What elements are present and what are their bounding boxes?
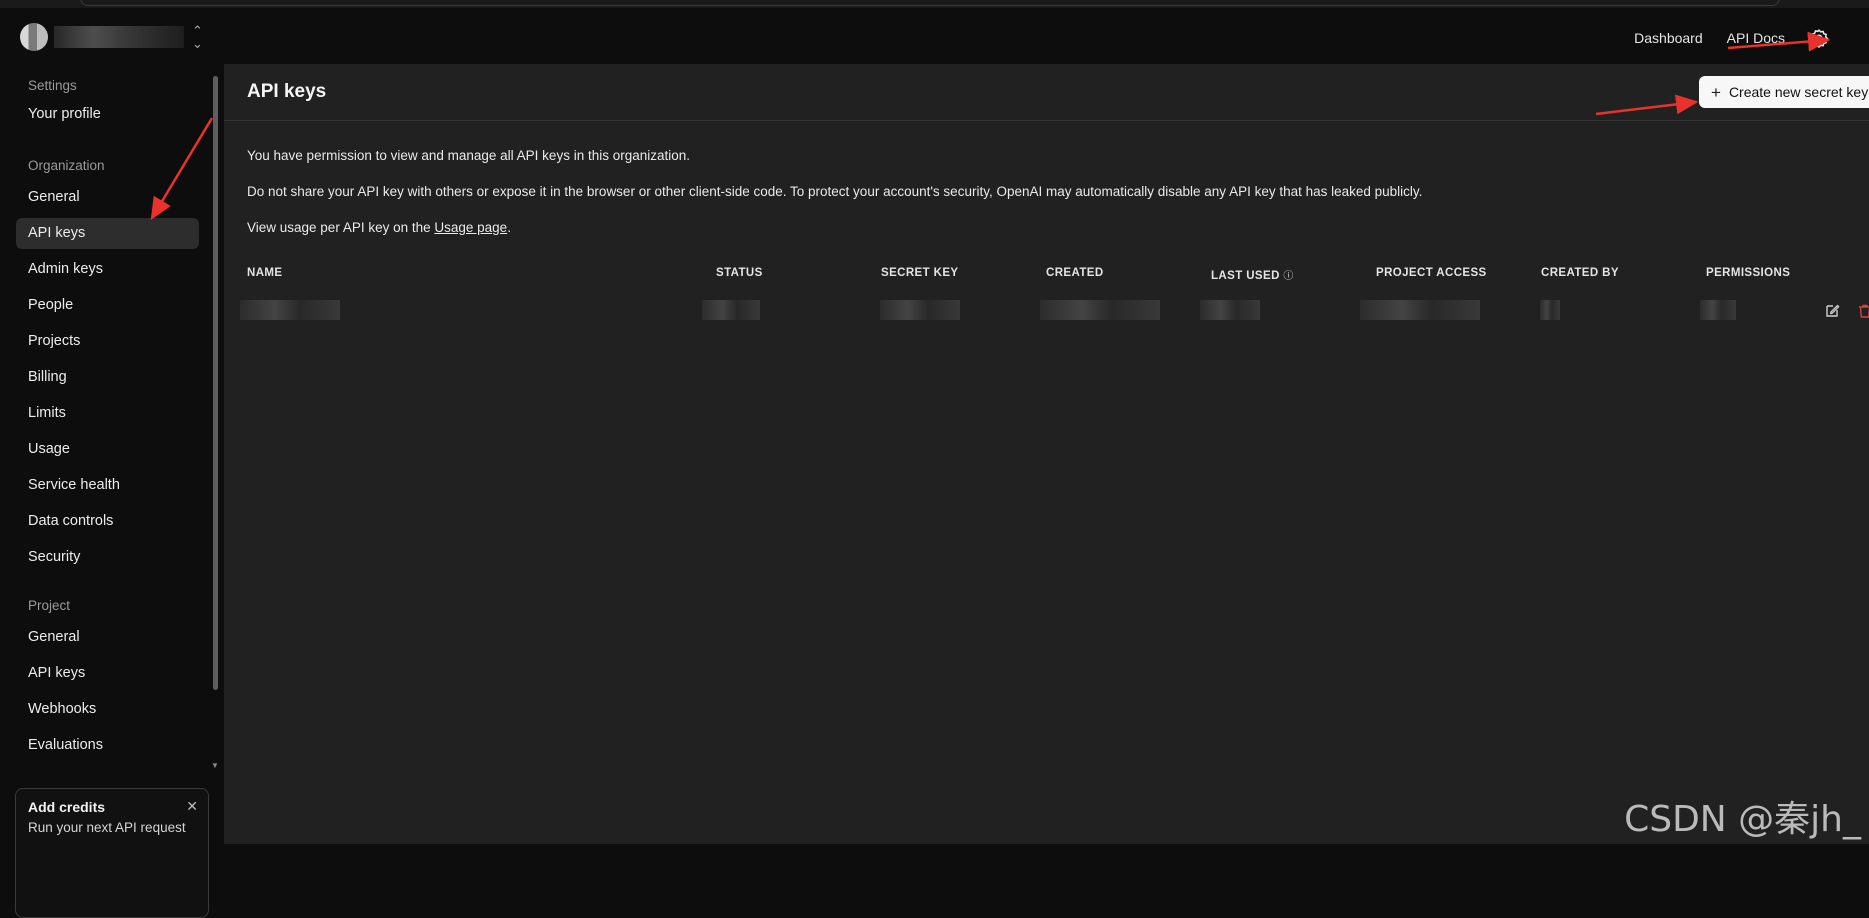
sidebar-item-evaluations[interactable]: Evaluations [16, 730, 199, 761]
sidebar-item-security[interactable]: Security [16, 542, 199, 573]
section-label-organization: Organization [28, 158, 105, 173]
create-button-label: Create new secret key [1728, 84, 1869, 100]
sidebar-item-webhooks[interactable]: Webhooks [16, 694, 199, 725]
col-header-created-by: CREATED BY [1541, 267, 1619, 279]
sidebar-item-data-controls[interactable]: Data controls [16, 506, 199, 537]
col-header-secret-key: SECRET KEY [881, 267, 959, 279]
cell-name-redacted [240, 300, 340, 320]
sidebar: Settings Your profile Organization Gener… [0, 64, 222, 918]
sidebar-item-org-api-keys[interactable]: API keys [16, 218, 199, 249]
col-header-created: CREATED [1046, 267, 1104, 279]
chevron-updown-icon: ⌃ ⌄ [192, 23, 203, 51]
info-icon[interactable]: ⓘ [1283, 271, 1293, 282]
top-links: Dashboard API Docs [1634, 28, 1829, 48]
sidebar-item-projects[interactable]: Projects [16, 326, 199, 357]
section-label-settings: Settings [28, 78, 77, 93]
info-usage: View usage per API key on the Usage page… [247, 220, 511, 235]
credits-body: Run your next API request [28, 820, 186, 835]
plus-icon: + [1711, 82, 1721, 102]
browser-url-bar[interactable] [80, 0, 1780, 6]
main-panel: API keys + Create new secret key You hav… [224, 64, 1869, 844]
sidebar-item-project-api-keys[interactable]: API keys [16, 658, 199, 689]
usage-prefix: View usage per API key on the [247, 220, 435, 235]
info-permission: You have permission to view and manage a… [247, 148, 691, 163]
sidebar-item-service-health[interactable]: Service health [16, 470, 199, 501]
dashboard-link[interactable]: Dashboard [1634, 30, 1703, 46]
sidebar-item-admin-keys[interactable]: Admin keys [16, 254, 199, 285]
close-icon[interactable]: ✕ [186, 798, 198, 815]
cell-created-redacted [1040, 300, 1160, 320]
cell-permissions-redacted [1700, 300, 1736, 320]
sidebar-item-people[interactable]: People [16, 290, 199, 321]
usage-suffix: . [507, 220, 511, 235]
main-header: API keys + Create new secret key [224, 64, 1869, 121]
sidebar-item-billing[interactable]: Billing [16, 362, 199, 393]
col-header-name: NAME [247, 267, 283, 279]
col-header-project-access: PROJECT ACCESS [1376, 267, 1487, 279]
scroll-down-icon[interactable]: ▼ [211, 761, 219, 770]
section-label-project: Project [28, 598, 71, 613]
col-header-last-used: LAST USED ⓘ [1211, 267, 1294, 282]
top-bar: ⌃ ⌄ Dashboard API Docs [0, 8, 1869, 64]
sidebar-item-your-profile[interactable]: Your profile [16, 99, 199, 130]
sidebar-item-limits[interactable]: Limits [16, 398, 199, 429]
sidebar-item-usage[interactable]: Usage [16, 434, 199, 465]
sidebar-item-org-general[interactable]: General [16, 182, 199, 213]
edit-icon[interactable] [1824, 303, 1840, 319]
sidebar-scrollbar[interactable] [213, 76, 218, 690]
sidebar-item-project-general[interactable]: General [16, 622, 199, 653]
last-used-label: LAST USED [1211, 270, 1280, 282]
org-avatar [20, 23, 48, 51]
credits-title: Add credits [28, 799, 106, 815]
add-credits-card[interactable]: Add credits Run your next API request ✕ [15, 788, 209, 918]
cell-last-used-redacted [1200, 300, 1260, 320]
create-secret-key-button[interactable]: + Create new secret key [1699, 76, 1869, 108]
watermark: CSDN @秦jh_ [1624, 799, 1861, 840]
org-name-redacted [54, 26, 184, 48]
browser-chrome [0, 0, 1869, 8]
usage-page-link[interactable]: Usage page [434, 220, 507, 235]
col-header-permissions: PERMISSIONS [1706, 267, 1791, 279]
col-header-status: STATUS [716, 267, 763, 279]
api-docs-link[interactable]: API Docs [1727, 30, 1785, 46]
delete-icon[interactable] [1857, 303, 1869, 319]
cell-created-by-redacted [1540, 300, 1560, 320]
cell-status-redacted [702, 300, 760, 320]
cell-project-access-redacted [1360, 300, 1480, 320]
page-title: API keys [247, 81, 327, 102]
info-warning: Do not share your API key with others or… [247, 184, 1423, 199]
gear-icon[interactable] [1809, 28, 1829, 48]
cell-secret-key-redacted [880, 300, 960, 320]
org-switcher[interactable]: ⌃ ⌄ [20, 22, 203, 52]
